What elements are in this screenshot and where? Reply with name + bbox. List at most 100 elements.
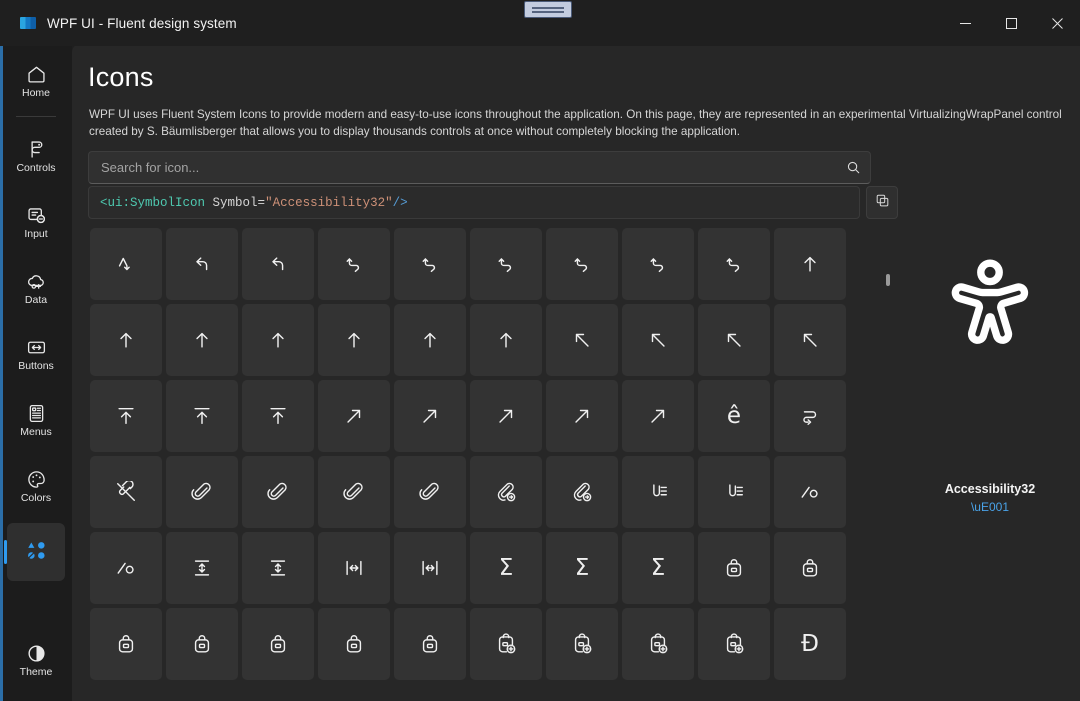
icon-tile[interactable] bbox=[318, 608, 390, 680]
icon-tile[interactable] bbox=[90, 456, 162, 528]
icon-tile[interactable] bbox=[242, 608, 314, 680]
arrow-up-icon bbox=[115, 329, 137, 351]
page-title: Icons bbox=[88, 62, 154, 92]
backpack-icon bbox=[723, 557, 745, 579]
arrow-up-right-icon bbox=[571, 405, 593, 427]
home-icon bbox=[26, 64, 47, 85]
sidebar-item-data[interactable]: Data bbox=[7, 259, 65, 317]
icon-tile[interactable] bbox=[242, 456, 314, 528]
scrollbar-thumb[interactable] bbox=[886, 274, 890, 286]
code-snippet[interactable]: <ui:SymbolIcon Symbol= "Accessibility32" /… bbox=[88, 186, 860, 219]
attach-icon bbox=[191, 481, 213, 503]
maximize-button[interactable] bbox=[988, 0, 1034, 46]
icon-tile[interactable] bbox=[90, 608, 162, 680]
icon-tile[interactable] bbox=[166, 304, 238, 376]
arrow-up-left-icon bbox=[571, 329, 593, 351]
icon-tile[interactable] bbox=[166, 456, 238, 528]
sidebar-item-icons[interactable] bbox=[4, 523, 65, 581]
icon-tile[interactable] bbox=[622, 456, 694, 528]
sidebar-item-buttons[interactable]: Buttons bbox=[7, 325, 65, 383]
icon-tile[interactable] bbox=[622, 228, 694, 300]
icon-tile[interactable] bbox=[774, 532, 846, 604]
icon-tile[interactable] bbox=[166, 532, 238, 604]
icon-tile[interactable] bbox=[242, 228, 314, 300]
arrow-undo-icon bbox=[495, 253, 517, 275]
icon-tile[interactable] bbox=[166, 228, 238, 300]
icon-tile[interactable] bbox=[470, 608, 542, 680]
sidebar-item-menus[interactable]: Menus bbox=[7, 391, 65, 449]
icon-tile[interactable] bbox=[394, 228, 466, 300]
close-button[interactable] bbox=[1034, 0, 1080, 46]
icon-tile[interactable] bbox=[698, 532, 770, 604]
arrow-up-right-icon bbox=[495, 405, 517, 427]
window-left-accent bbox=[0, 44, 3, 701]
icon-tile[interactable] bbox=[394, 380, 466, 452]
icon-tile[interactable] bbox=[470, 228, 542, 300]
sidebar-item-colors[interactable]: Colors bbox=[7, 457, 65, 515]
icon-tile[interactable]: Đ bbox=[774, 608, 846, 680]
icon-tile[interactable] bbox=[318, 228, 390, 300]
icon-tile[interactable] bbox=[242, 304, 314, 376]
icon-tile[interactable] bbox=[698, 608, 770, 680]
icon-tile[interactable] bbox=[546, 456, 618, 528]
search-input[interactable] bbox=[89, 152, 836, 183]
arrow-up-left-icon bbox=[723, 329, 745, 351]
icon-preview-unicode: \uE001 bbox=[970, 500, 1010, 514]
icon-tile[interactable] bbox=[698, 228, 770, 300]
icon-tile[interactable] bbox=[622, 608, 694, 680]
search-icon[interactable] bbox=[836, 152, 870, 183]
icon-tile[interactable] bbox=[470, 456, 542, 528]
icon-tile[interactable] bbox=[774, 304, 846, 376]
icon-tile[interactable] bbox=[318, 532, 390, 604]
copy-button[interactable] bbox=[866, 186, 898, 219]
icon-tile[interactable]: Σ bbox=[622, 532, 694, 604]
icon-tile[interactable] bbox=[622, 304, 694, 376]
icon-tile[interactable] bbox=[774, 456, 846, 528]
sidebar-item-controls[interactable]: Controls bbox=[7, 127, 65, 185]
icon-tile[interactable] bbox=[242, 380, 314, 452]
icon-grid-scrollbar[interactable] bbox=[882, 226, 894, 696]
icon-tile[interactable] bbox=[318, 456, 390, 528]
icon-tile[interactable] bbox=[90, 304, 162, 376]
arrow-up-icon bbox=[495, 329, 517, 351]
icon-tile[interactable] bbox=[546, 228, 618, 300]
icon-tile[interactable] bbox=[470, 304, 542, 376]
icon-tile[interactable] bbox=[546, 304, 618, 376]
icon-tile[interactable] bbox=[394, 304, 466, 376]
icon-tile[interactable] bbox=[698, 304, 770, 376]
sidebar-item-theme[interactable]: Theme bbox=[7, 631, 65, 689]
backpack-icon bbox=[343, 633, 365, 655]
app-logo-icon bbox=[20, 17, 36, 29]
icon-tile[interactable]: ê bbox=[698, 380, 770, 452]
icon-tile[interactable] bbox=[90, 532, 162, 604]
attach-arrow-right-icon bbox=[571, 481, 593, 503]
icon-tile[interactable] bbox=[318, 304, 390, 376]
backpack-icon bbox=[419, 633, 441, 655]
icon-tile[interactable] bbox=[166, 608, 238, 680]
icon-tile[interactable] bbox=[166, 380, 238, 452]
minimize-button[interactable] bbox=[942, 0, 988, 46]
search-box[interactable] bbox=[88, 151, 871, 184]
icon-tile[interactable]: Σ bbox=[546, 532, 618, 604]
icon-tile[interactable] bbox=[394, 608, 466, 680]
icon-tile[interactable] bbox=[698, 456, 770, 528]
arrow-undo-icon bbox=[647, 253, 669, 275]
backpack-add-icon bbox=[495, 633, 517, 655]
icon-tile[interactable] bbox=[774, 228, 846, 300]
icon-tile[interactable] bbox=[622, 380, 694, 452]
icon-tile[interactable] bbox=[470, 380, 542, 452]
icon-tile[interactable] bbox=[394, 532, 466, 604]
window-snap-layout-widget[interactable] bbox=[524, 1, 572, 18]
sidebar-item-home[interactable]: Home bbox=[7, 52, 65, 110]
icon-tile[interactable] bbox=[394, 456, 466, 528]
icon-tile[interactable] bbox=[546, 608, 618, 680]
icon-tile[interactable] bbox=[242, 532, 314, 604]
icon-tile[interactable] bbox=[318, 380, 390, 452]
icon-tile[interactable] bbox=[546, 380, 618, 452]
buttons-icon bbox=[26, 337, 47, 358]
icon-tile[interactable] bbox=[90, 380, 162, 452]
icon-tile[interactable] bbox=[774, 380, 846, 452]
sidebar-item-input[interactable]: Input bbox=[7, 193, 65, 251]
icon-tile[interactable]: Σ bbox=[470, 532, 542, 604]
icon-tile[interactable] bbox=[90, 228, 162, 300]
